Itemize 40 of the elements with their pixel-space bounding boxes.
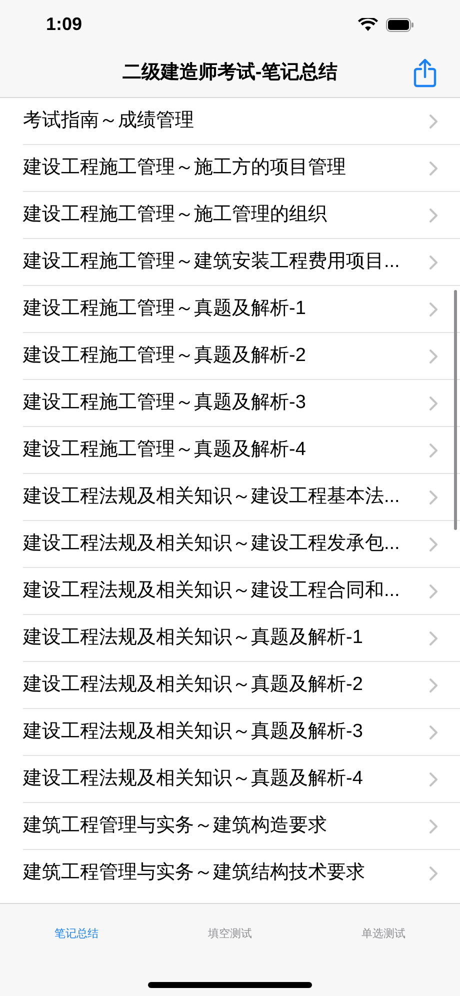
status-time: 1:09 [46,13,82,36]
chevron-icon [429,490,438,504]
chevron-icon [429,208,438,222]
chevron-icon [429,536,438,552]
list-item[interactable]: 建设工程施工管理～真题及解析-4 [23,436,429,464]
list-item[interactable]: 建设工程法规及相关知识～真题及解析-2 [23,670,429,700]
list-item[interactable]: 建筑工程管理与实务～建筑构造要求 [23,812,429,840]
tab[interactable]: 笔记总结 [46,926,107,942]
list-item[interactable]: 建设工程法规及相关知识～建设工程发承包... [23,530,429,558]
list-item[interactable]: 建设工程施工管理～真题及解析-1 [23,294,429,324]
chevron-icon [429,630,438,646]
window-title: 二级建造师考试-笔记总结 [122,60,338,85]
chevron-icon [429,302,438,316]
list-item[interactable]: 建设工程法规及相关知识～真题及解析-4 [23,764,429,794]
share-icon [413,58,437,88]
list-item[interactable]: 建设工程施工管理～施工方的项目管理 [23,154,429,182]
chevron-icon [429,254,438,270]
chevron-icon [429,678,438,692]
list-item[interactable]: 建设工程法规及相关知识～建设工程基本法... [23,482,429,512]
chevron-icon [429,818,438,834]
chevron-icon [429,866,438,881]
chevron-icon [429,348,438,364]
battery-icon [386,18,414,32]
chevron-icon [429,584,438,598]
chevron-icon [429,396,438,410]
chevron-icon [429,160,438,176]
list-item[interactable]: 建设工程法规及相关知识～真题及解析-3 [23,718,429,746]
list-item[interactable]: 建筑工程管理与实务～建筑结构技术要求 [23,859,429,888]
chevron-icon [429,114,438,128]
list-item[interactable]: 考试指南～成绩管理 [23,106,429,136]
list-item[interactable]: 建设工程施工管理～建筑安装工程费用项目... [23,248,429,276]
chevron-icon [429,772,438,786]
list-item[interactable]: 建设工程施工管理～施工管理的组织 [23,200,429,230]
chevron-icon [429,724,438,740]
list-item[interactable]: 建设工程法规及相关知识～建设工程合同和... [23,576,429,606]
list-item[interactable]: 建设工程施工管理～真题及解析-2 [23,342,429,370]
list-item[interactable]: 建设工程法规及相关知识～真题及解析-1 [23,624,429,652]
wifi-icon [358,18,378,32]
chevron-icon [429,442,438,458]
list-item[interactable]: 建设工程施工管理～真题及解析-3 [23,388,429,418]
